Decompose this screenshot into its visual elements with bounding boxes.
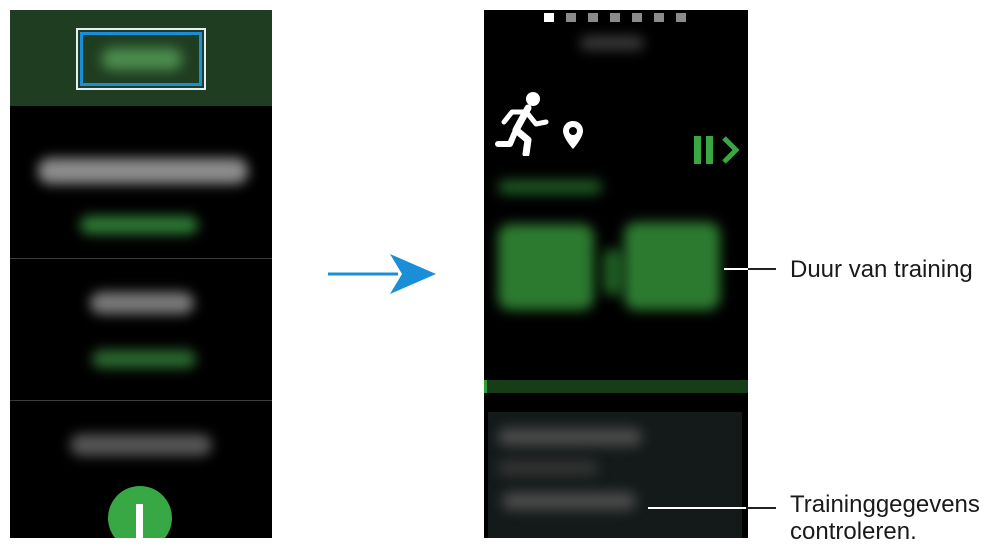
callout-details-label-2: controleren. (790, 518, 917, 545)
progress-bar (484, 380, 748, 393)
page-indicator (544, 13, 694, 23)
blurred-detail-3 (502, 492, 636, 510)
callout-duration-label: Duur van training (790, 256, 973, 283)
right-phone-screen (484, 10, 748, 538)
blurred-duration-colon (602, 248, 624, 296)
blurred-label (498, 180, 602, 194)
blurred-duration-digits (498, 224, 594, 310)
start-button[interactable] (108, 486, 172, 538)
callout-line-duration-inner (724, 268, 748, 270)
blurred-title-2 (90, 292, 194, 314)
running-icon (495, 92, 549, 156)
blurred-title-1 (38, 158, 248, 184)
blurred-detail-1 (498, 428, 642, 446)
training-details-card[interactable] (488, 412, 742, 538)
page-dot (632, 13, 642, 22)
blurred-duration-digits (624, 222, 720, 310)
blurred-value-2 (92, 350, 196, 368)
left-phone-screen (10, 10, 272, 538)
page-dot (676, 13, 686, 22)
page-dot-active (544, 13, 554, 22)
page-dot (588, 13, 598, 22)
progress-bar-fill (484, 380, 487, 393)
blurred-value-1 (80, 216, 198, 234)
arrow-right-icon (328, 254, 436, 294)
blurred-header (580, 36, 644, 50)
highlight-frame[interactable] (80, 32, 202, 86)
chevron-right-icon (722, 136, 740, 164)
blurred-detail-2 (498, 460, 598, 476)
divider (10, 258, 272, 259)
divider (10, 400, 272, 401)
location-pin-icon (563, 121, 583, 149)
page-dot (610, 13, 620, 22)
blurred-title-3 (70, 434, 212, 456)
page-dot (654, 13, 664, 22)
callout-line-details-inner (648, 507, 746, 509)
page-dot (566, 13, 576, 22)
callout-details-label-1: Traininggegevens (790, 491, 980, 518)
pause-icon[interactable] (694, 136, 746, 164)
start-icon (136, 504, 143, 538)
